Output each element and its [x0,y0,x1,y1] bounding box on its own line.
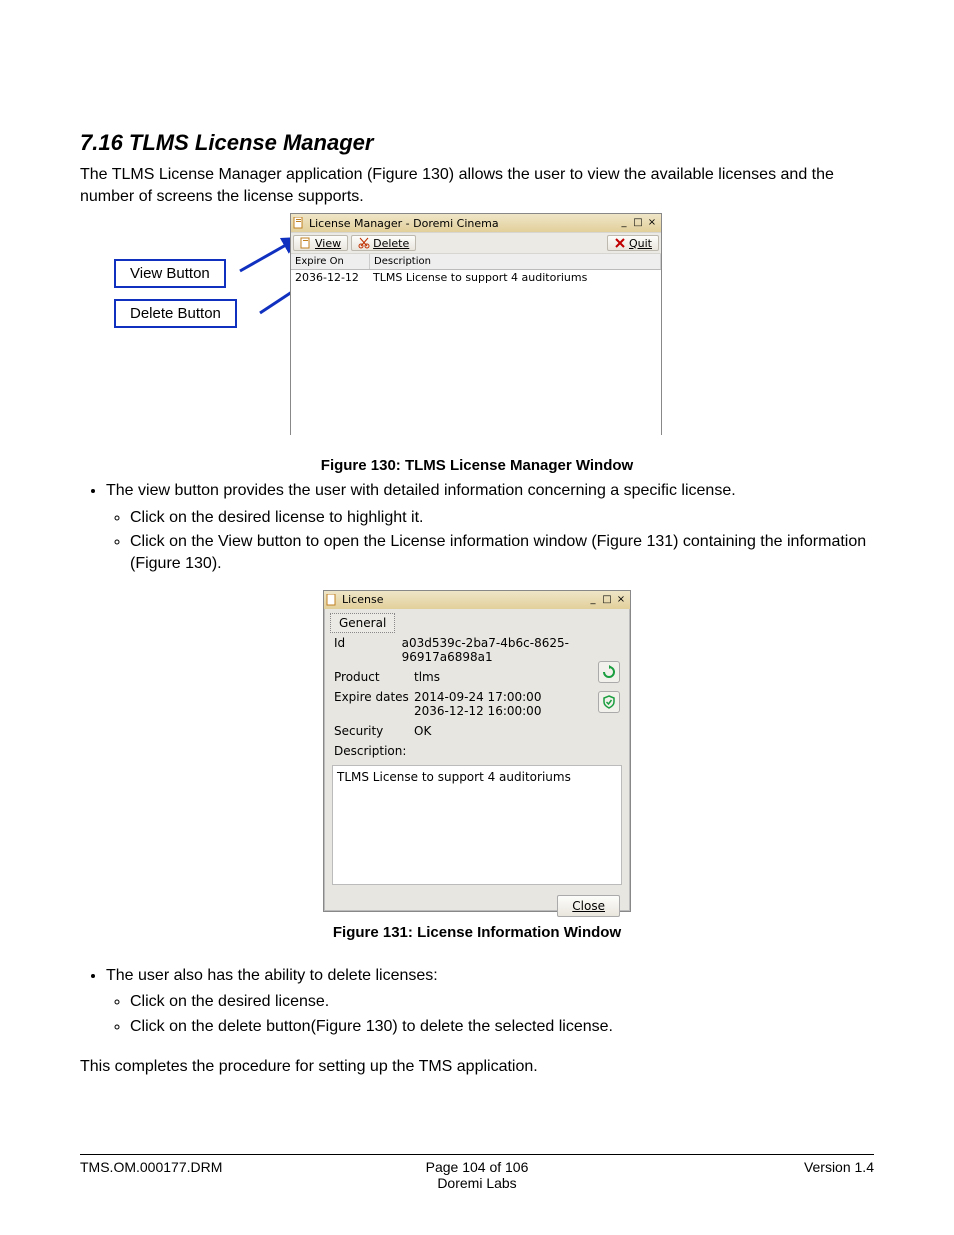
shield-check-icon[interactable] [598,691,620,713]
view-button[interactable]: View [293,235,348,251]
app-icon [326,594,338,606]
quit-button[interactable]: Quit [607,235,659,251]
table-header: Expire On Description [291,254,661,270]
bullet-view-step2: Click on the View button to open the Lic… [130,531,874,576]
callout-delete-button: Delete Button [114,299,237,328]
figure-130-caption: Figure 130: TLMS License Manager Window [80,457,874,474]
window-titlebar: License Manager - Doremi Cinema _ □ × [291,214,661,232]
window-title: License Manager - Doremi Cinema [309,217,499,230]
cell-description: TLMS License to support 4 auditoriums [369,270,661,285]
bullet-delete-step1: Click on the desired license. [130,991,874,1013]
close-button[interactable]: Close [557,895,620,917]
callout-view-button: View Button [114,259,226,288]
section-heading: 7.16 TLMS License Manager [80,130,874,156]
scissors-icon [358,237,370,249]
quit-button-label: Quit [629,237,652,250]
license-manager-window: License Manager - Doremi Cinema _ □ × Vi… [290,213,662,435]
table-row[interactable]: 2036-12-12 TLMS License to support 4 aud… [291,270,661,285]
minimize-button[interactable]: _ [586,594,600,606]
close-window-button[interactable]: × [645,217,659,229]
intro-paragraph: The TLMS License Manager application (Fi… [80,164,874,207]
footer-company: Doremi Labs [437,1175,516,1191]
bullet-view-info: The view button provides the user with d… [106,480,874,502]
window-title: License [342,593,383,606]
window-toolbar: View Delete Quit [291,232,661,254]
value-expire-2: 2036-12-12 16:00:00 [414,704,541,718]
label-id: Id [334,636,402,664]
delete-button[interactable]: Delete [351,235,416,251]
figure-131-caption: Figure 131: License Information Window [80,924,874,941]
description-box: TLMS License to support 4 auditoriums [332,765,622,885]
label-expire: Expire dates [334,690,414,718]
cell-expire: 2036-12-12 [291,270,369,285]
delete-button-label: Delete [373,237,409,250]
label-description: Description: [334,744,414,758]
minimize-button[interactable]: _ [617,217,631,229]
label-product: Product [334,670,414,684]
col-expire[interactable]: Expire On [291,254,370,269]
bullet-delete-step2: Click on the delete button(Figure 130) t… [130,1016,874,1038]
bullet-delete-info: The user also has the ability to delete … [106,965,874,987]
maximize-button[interactable]: □ [600,594,614,606]
footer-page: Page 104 of 106 [426,1159,529,1175]
window-titlebar: License _ □ × [324,591,630,609]
bullet-view-step1: Click on the desired license to highligh… [130,507,874,529]
outro-paragraph: This completes the procedure for setting… [80,1056,874,1078]
close-button-label: Close [572,899,605,913]
tab-general[interactable]: General [330,613,395,633]
value-id: a03d539c-2ba7-4b6c-8625-96917a6898a1 [402,636,620,664]
value-product: tlms [414,670,440,684]
col-description[interactable]: Description [370,254,661,269]
license-info-window: License _ □ × General Ida03d539c-2ba7-4b… [323,590,631,912]
label-security: Security [334,724,414,738]
document-icon [300,237,312,249]
value-expire-1: 2014-09-24 17:00:00 [414,690,541,704]
value-security: OK [414,724,431,738]
close-window-button[interactable]: × [614,594,628,606]
refresh-icon[interactable] [598,661,620,683]
close-x-icon [614,237,626,249]
page-footer: TMS.OM.000177.DRM Page 104 of 106 Doremi… [80,1154,874,1175]
view-button-label: View [315,237,341,250]
maximize-button[interactable]: □ [631,217,645,229]
app-icon [293,217,305,229]
